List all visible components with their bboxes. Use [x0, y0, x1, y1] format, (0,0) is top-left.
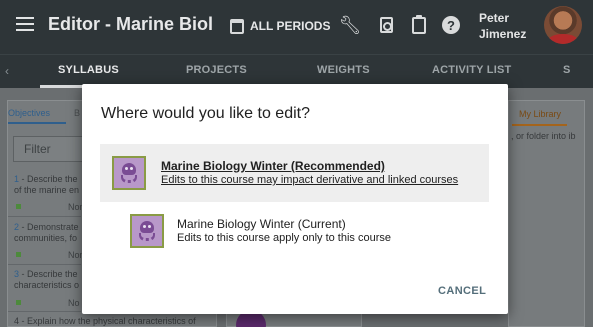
- tab-activity-list[interactable]: ACTIVITY LIST: [432, 64, 511, 76]
- status-indicator: [16, 300, 21, 305]
- option-title: Marine Biology Winter (Recommended): [161, 159, 385, 173]
- library-hint: , or folder into ib: [511, 131, 576, 141]
- divider: [8, 216, 81, 217]
- objectives-tab-indicator: [8, 122, 66, 124]
- option-title: Marine Biology Winter (Current): [177, 217, 346, 231]
- document-search-icon[interactable]: [376, 15, 396, 35]
- tab-overflow[interactable]: S: [563, 64, 571, 76]
- divider: [8, 311, 81, 312]
- period-label: ALL PERIODS: [250, 19, 331, 33]
- chevron-left-icon[interactable]: ‹: [5, 64, 9, 78]
- app-window: Editor - Marine Biolo... ALL PERIODS 🔧︎ …: [0, 0, 593, 327]
- tab-b[interactable]: B: [74, 108, 80, 118]
- help-icon[interactable]: ?: [441, 15, 461, 35]
- option-subtitle: Edits to this course apply only to this …: [177, 232, 391, 244]
- period-selector[interactable]: ALL PERIODS: [230, 16, 330, 36]
- page-title: Editor - Marine Biolo...: [48, 14, 213, 34]
- top-bar: Editor - Marine Biolo... ALL PERIODS 🔧︎ …: [0, 0, 593, 54]
- tab-objectives[interactable]: Objectives: [8, 108, 50, 118]
- user-first-name: Peter: [479, 11, 510, 25]
- tab-projects[interactable]: PROJECTS: [186, 64, 247, 76]
- library-tab-indicator: [512, 124, 567, 126]
- menu-icon[interactable]: [16, 17, 34, 31]
- tab-my-library[interactable]: My Library: [519, 109, 561, 119]
- status-text: No: [68, 298, 80, 308]
- octopus-icon: [112, 156, 146, 190]
- cancel-button[interactable]: CANCEL: [438, 285, 486, 297]
- status-indicator: [16, 252, 21, 257]
- divider: [8, 264, 81, 265]
- list-item[interactable]: 4 - Explain how the physical characteris…: [14, 316, 196, 326]
- dialog-title: Where would you like to edit?: [101, 105, 310, 122]
- option-current[interactable]: Marine Biology Winter (Current) Edits to…: [100, 202, 489, 260]
- wrench-icon[interactable]: 🔧︎: [339, 15, 362, 35]
- octopus-icon: [130, 214, 164, 248]
- tab-syllabus[interactable]: SYLLABUS: [58, 64, 119, 76]
- edit-location-dialog: Where would you like to edit? Marine Bio…: [82, 84, 508, 314]
- calendar-icon: [230, 18, 244, 34]
- tab-bar: ‹ SYLLABUS PROJECTS WEIGHTS ACTIVITY LIS…: [0, 54, 593, 88]
- status-indicator: [16, 204, 21, 209]
- tab-weights[interactable]: WEIGHTS: [317, 64, 370, 76]
- clipboard-icon[interactable]: [409, 14, 429, 35]
- option-recommended[interactable]: Marine Biology Winter (Recommended) Edit…: [100, 144, 489, 202]
- avatar[interactable]: [544, 6, 582, 44]
- user-last-name: Jimenez: [479, 27, 527, 41]
- option-subtitle: Edits to this course may impact derivati…: [161, 174, 459, 186]
